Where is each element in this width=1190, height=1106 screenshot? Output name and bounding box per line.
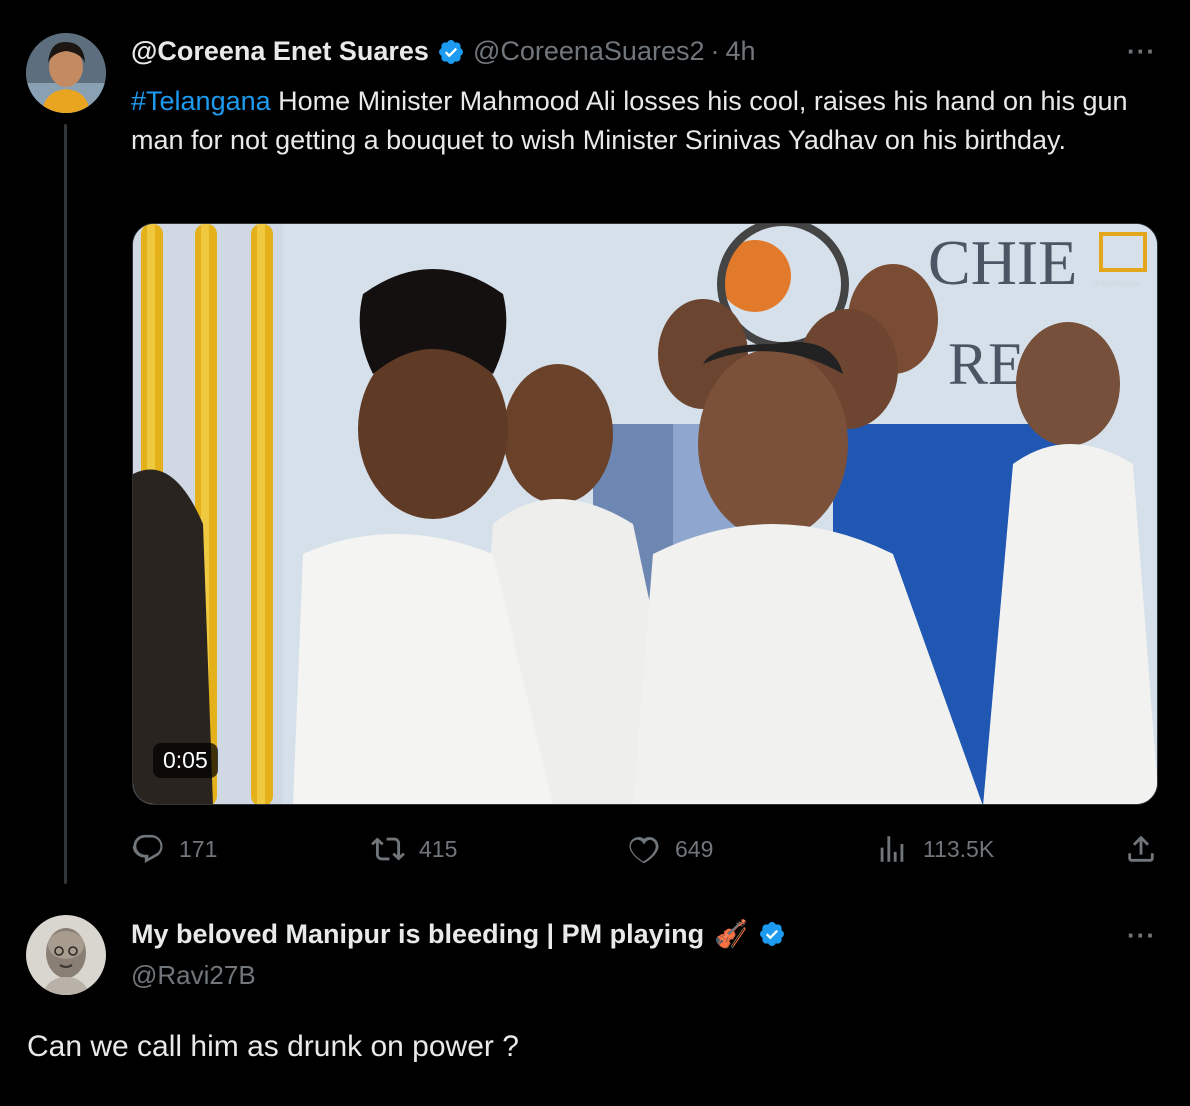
reply-verified-badge-icon	[758, 920, 786, 948]
avatar-image	[26, 33, 106, 113]
video-timestamp: 0:05	[153, 743, 218, 778]
display-name[interactable]: @Coreena Enet Suares	[131, 36, 429, 67]
reply-button[interactable]: 171	[131, 832, 217, 866]
video-thumbnail: CHIE RE thaymhours	[133, 224, 1157, 804]
banner-text: CHIE	[928, 227, 1077, 298]
share-icon	[1128, 835, 1154, 862]
reply-header: My beloved Manipur is bleeding | PM play…	[131, 918, 794, 950]
tweet-time[interactable]: 4h	[725, 36, 755, 67]
reply-avatar[interactable]	[26, 915, 106, 995]
hashtag-link[interactable]: #Telangana	[131, 86, 271, 116]
tweet-text: #Telangana Home Minister Mahmood Ali los…	[131, 82, 1151, 160]
watermark-text: thaymhours	[1093, 278, 1141, 288]
reply-avatar-image	[26, 915, 106, 995]
views-count: 113.5K	[923, 835, 995, 862]
video-player[interactable]: CHIE RE thaymhours 0:05	[132, 223, 1158, 805]
share-button[interactable]	[1124, 832, 1172, 866]
reply-text: Can we call him as drunk on power ?	[27, 1030, 519, 1063]
retweet-button[interactable]: 415	[371, 832, 457, 866]
more-options-icon[interactable]: ···	[1127, 36, 1156, 67]
verified-badge-icon	[437, 38, 465, 66]
tweet-header: @Coreena Enet Suares @CoreenaSuares2 · 4…	[131, 36, 756, 67]
reply-more-options-icon[interactable]: ···	[1127, 920, 1156, 951]
views-button[interactable]: 113.5K	[875, 832, 994, 866]
reply-user-handle[interactable]: @Ravi27B	[131, 960, 256, 991]
retweet-icon	[371, 837, 405, 861]
action-bar: 171 415 649 113.5K	[131, 832, 1161, 872]
violin-icon: 🎻	[714, 919, 748, 949]
user-handle[interactable]: @CoreenaSuares2	[473, 36, 705, 67]
reply-count: 171	[179, 835, 218, 862]
like-icon	[629, 836, 659, 864]
like-button[interactable]: 649	[627, 832, 713, 866]
retweet-count: 415	[419, 835, 458, 862]
avatar[interactable]	[26, 33, 106, 113]
like-count: 649	[675, 835, 714, 862]
tweet-body: Home Minister Mahmood Ali losses his coo…	[131, 86, 1128, 155]
separator: ·	[710, 36, 720, 66]
banner-text-2: RE	[948, 331, 1025, 397]
views-icon	[880, 836, 904, 862]
thread-line	[64, 124, 67, 884]
reply-icon	[132, 834, 163, 863]
reply-display-name[interactable]: My beloved Manipur is bleeding | PM play…	[131, 919, 704, 950]
